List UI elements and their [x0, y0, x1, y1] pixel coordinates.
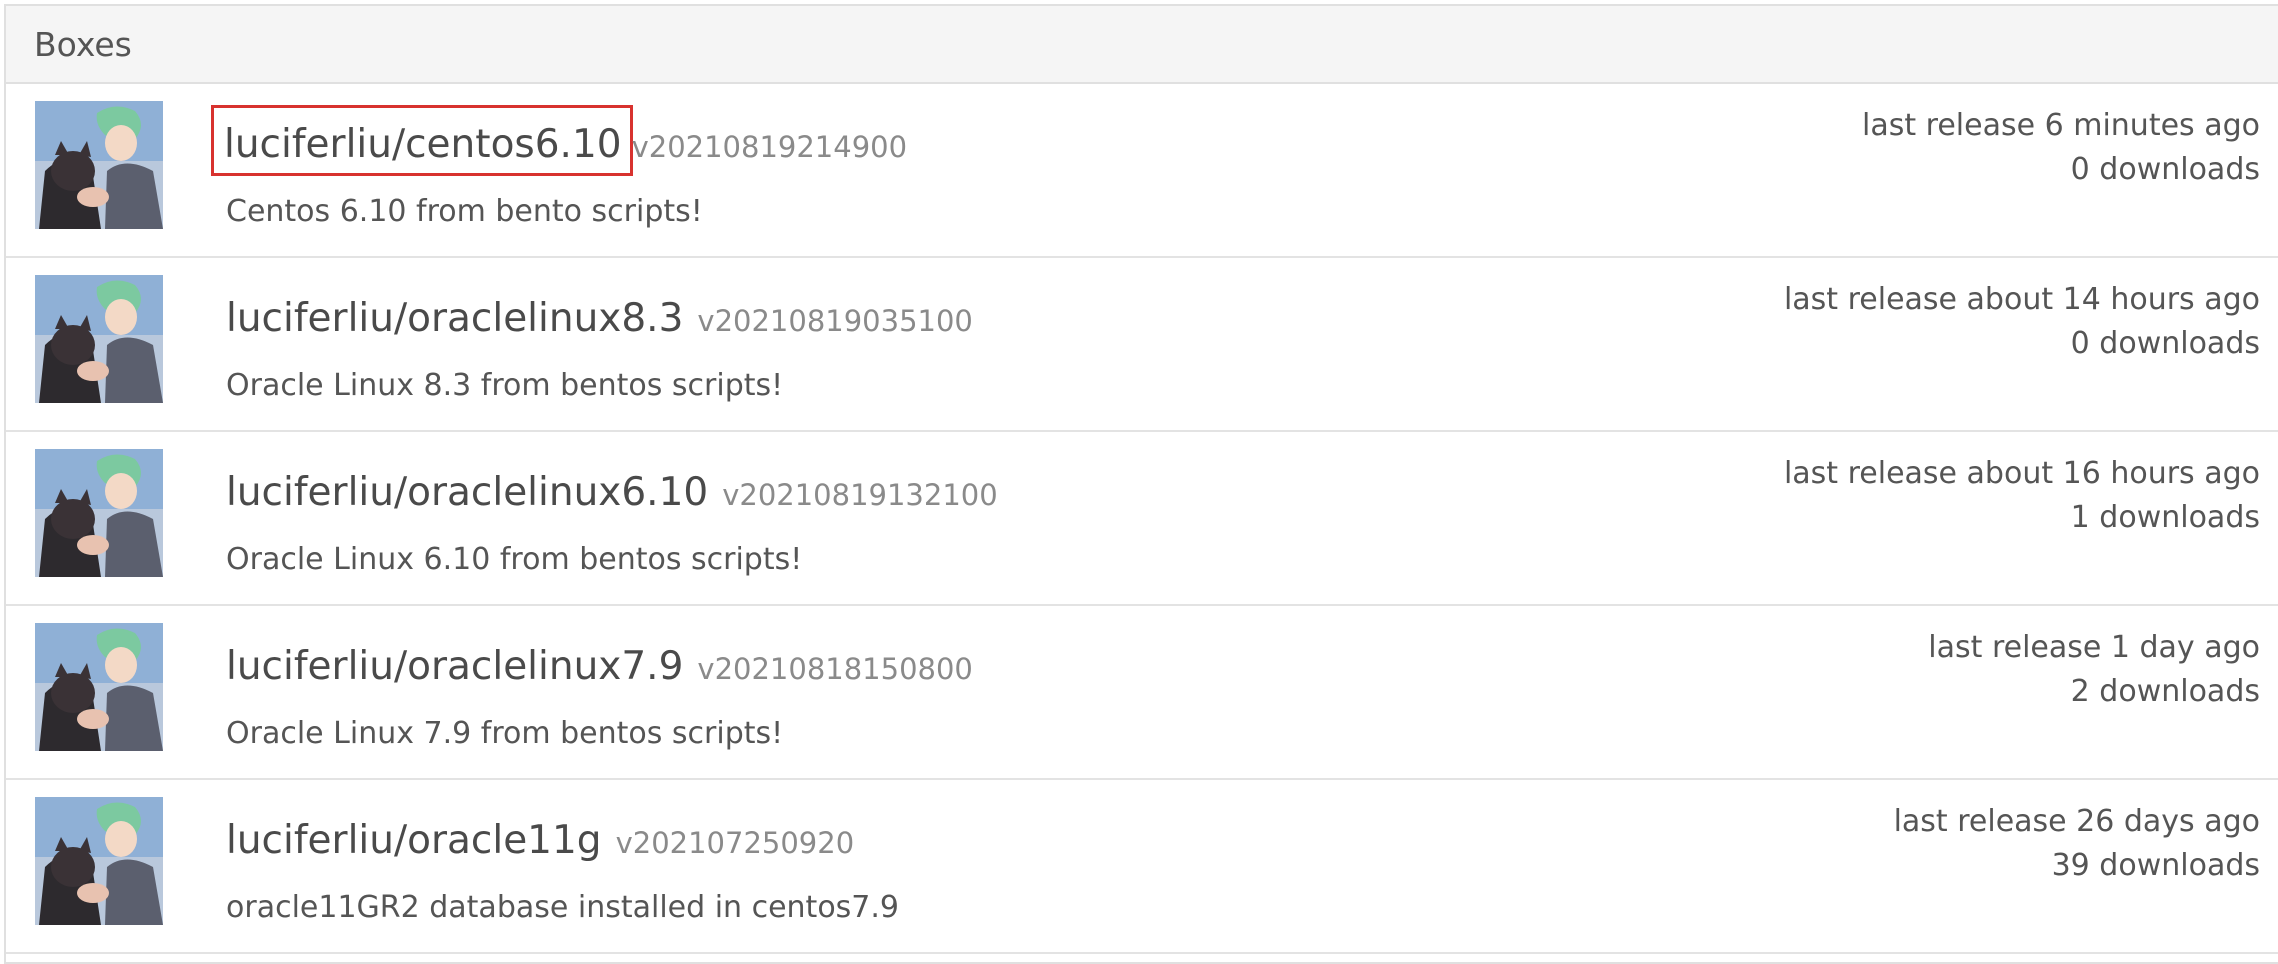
user-avatar[interactable] — [35, 797, 163, 925]
last-release: last release 6 minutes ago — [1862, 108, 2260, 143]
box-name-link[interactable]: luciferliu/oracle11g — [224, 818, 604, 863]
last-release: last release about 14 hours ago — [1783, 282, 2260, 317]
box-name-link[interactable]: luciferliu/oraclelinux6.10 — [224, 470, 710, 515]
box-version: v20210819035100 — [697, 304, 973, 338]
panel-heading: Boxes — [6, 6, 2278, 84]
download-count: 2 downloads — [2070, 674, 2260, 709]
box-name-link[interactable]: luciferliu/oraclelinux8.3 — [224, 296, 685, 341]
box-row: luciferliu/oraclelinux7.9 v2021081815080… — [6, 606, 2278, 780]
last-release: last release about 16 hours ago — [1783, 456, 2260, 491]
box-name-link[interactable]: luciferliu/centos6.10 — [211, 105, 633, 176]
box-version: v20210819214900 — [631, 130, 908, 164]
box-meta: last release about 14 hours ago 0 downlo… — [1784, 278, 2260, 366]
download-count: 0 downloads — [2070, 152, 2260, 187]
box-row: luciferliu/oraclelinux6.10 v202108191321… — [6, 432, 2278, 606]
download-count: 0 downloads — [2070, 326, 2260, 361]
box-name-link[interactable]: luciferliu/oraclelinux7.9 — [224, 644, 685, 689]
box-name-line: luciferliu/centos6.10 v20210819214900 — [211, 105, 908, 176]
user-avatar[interactable] — [35, 275, 163, 403]
box-meta: last release 26 days ago 39 downloads — [1894, 800, 2260, 888]
box-description: oracle11GR2 database installed in centos… — [226, 890, 900, 925]
box-name-line: luciferliu/oraclelinux8.3 v2021081903510… — [224, 296, 973, 341]
box-meta: last release 1 day ago 2 downloads — [1928, 626, 2260, 714]
box-name-line: luciferliu/oracle11g v202107250920 — [224, 818, 854, 863]
boxes-panel: Boxes luciferliu/centos6.10 v20210819214… — [4, 4, 2278, 964]
box-row: luciferliu/oracle11g v202107250920 oracl… — [6, 780, 2278, 954]
box-name-line: luciferliu/oraclelinux6.10 v202108191321… — [224, 470, 998, 515]
last-release: last release 1 day ago — [1928, 630, 2260, 665]
box-description: Oracle Linux 6.10 from bentos scripts! — [226, 542, 803, 577]
box-version: v20210819132100 — [722, 478, 998, 512]
user-avatar[interactable] — [35, 449, 163, 577]
box-list: luciferliu/centos6.10 v20210819214900 Ce… — [6, 84, 2278, 954]
box-row: luciferliu/centos6.10 v20210819214900 Ce… — [6, 84, 2278, 258]
box-name-line: luciferliu/oraclelinux7.9 v2021081815080… — [224, 644, 973, 689]
box-version: v202107250920 — [615, 826, 855, 860]
user-avatar[interactable] — [35, 101, 163, 229]
box-meta: last release 6 minutes ago 0 downloads — [1862, 104, 2260, 192]
box-row: luciferliu/oraclelinux8.3 v2021081903510… — [6, 258, 2278, 432]
box-version: v20210818150800 — [697, 652, 973, 686]
last-release: last release 26 days ago — [1893, 804, 2260, 839]
box-description: Centos 6.10 from bento scripts! — [226, 194, 703, 229]
user-avatar[interactable] — [35, 623, 163, 751]
box-description: Oracle Linux 7.9 from bentos scripts! — [226, 716, 784, 751]
box-description: Oracle Linux 8.3 from bentos scripts! — [226, 368, 784, 403]
box-meta: last release about 16 hours ago 1 downlo… — [1784, 452, 2260, 540]
download-count: 39 downloads — [2051, 848, 2260, 883]
download-count: 1 downloads — [2070, 500, 2260, 535]
